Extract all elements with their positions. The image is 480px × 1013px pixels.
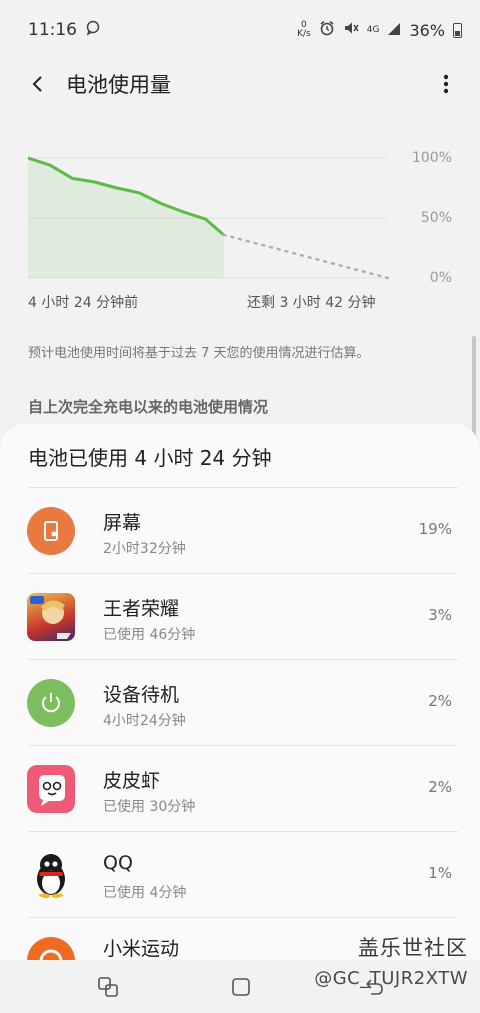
power-standby-icon [27, 679, 75, 727]
battery-icon [453, 22, 462, 38]
recent-apps-icon [98, 977, 118, 997]
app-percent: 1% [428, 864, 452, 882]
watermark-user: @GC_TUJR2XTW [314, 968, 468, 989]
app-name: 小米运动 [103, 938, 180, 960]
net-speed: 0 K/s [297, 20, 311, 39]
app-usage-time: 4小时24分钟 [103, 713, 186, 729]
pipixia-icon [27, 765, 75, 813]
app-percent: 2% [428, 778, 452, 796]
y-tick-label: 50% [420, 210, 452, 226]
watermark-site: 盖乐世社区 [358, 936, 468, 960]
honor-of-kings-icon [27, 593, 75, 641]
app-percent: 19% [418, 520, 452, 538]
app-percent: 3% [428, 606, 452, 624]
more-options-button[interactable] [430, 68, 462, 100]
back-arrow-icon [32, 76, 42, 92]
battery-chart: 100% 50% 0% 4 小时 24 分钟前 还剩 3 小时 42 分钟 [28, 150, 464, 311]
app-name: 屏幕 [103, 512, 142, 534]
more-vert-icon [443, 74, 449, 94]
usage-card: 电池已使用 4 小时 24 分钟 屏幕 2小时32分钟 19% 王者荣耀 已使用… [0, 424, 480, 964]
qq-penguin-icon [27, 851, 75, 899]
recent-apps-button[interactable] [95, 974, 121, 1000]
battery-percent: 36% [409, 20, 445, 40]
app-name: 设备待机 [103, 684, 180, 706]
app-row-standby[interactable]: 设备待机 4小时24分钟 2% [0, 660, 480, 746]
app-name: 王者荣耀 [103, 598, 180, 620]
section-heading: 自上次完全充电以来的电池使用情况 [28, 398, 269, 416]
usage-title: 电池已使用 4 小时 24 分钟 [28, 446, 272, 470]
app-row-screen[interactable]: 屏幕 2小时32分钟 19% [0, 488, 480, 574]
x-end-label: 还剩 3 小时 42 分钟 [247, 295, 376, 311]
y-tick-label: 0% [429, 270, 452, 286]
mute-icon [343, 20, 359, 40]
home-button[interactable] [228, 974, 254, 1000]
alarm-icon [319, 20, 335, 40]
battery-chart-svg [28, 156, 390, 280]
y-tick-label: 100% [411, 150, 452, 166]
signal-icon [387, 21, 401, 40]
back-button[interactable] [14, 60, 62, 108]
home-icon [232, 978, 250, 996]
app-row-honor-of-kings[interactable]: 王者荣耀 已使用 46分钟 3% [0, 574, 480, 660]
page-title: 电池使用量 [66, 73, 171, 97]
screen-icon [27, 507, 75, 555]
app-name: 皮皮虾 [103, 770, 161, 792]
battery-projection-line [222, 233, 390, 280]
network-type: 4G [366, 24, 380, 35]
app-usage-time: 已使用 30分钟 [103, 799, 196, 815]
battery-area-fill [28, 158, 224, 278]
status-time: 11:16 [28, 20, 77, 40]
app-row-qq[interactable]: QQ 已使用 4分钟 1% [0, 832, 480, 918]
app-name: QQ [103, 852, 133, 874]
app-usage-time: 2小时32分钟 [103, 541, 186, 557]
app-row-pipixia[interactable]: 皮皮虾 已使用 30分钟 2% [0, 746, 480, 832]
x-start-label: 4 小时 24 分钟前 [28, 295, 139, 311]
estimate-note: 预计电池使用时间将基于过去 7 天您的使用情况进行估算。 [28, 346, 370, 361]
app-usage-time: 已使用 46分钟 [103, 627, 196, 643]
app-percent: 2% [428, 692, 452, 710]
chat-notification-icon [85, 20, 101, 40]
app-usage-time: 已使用 4分钟 [103, 885, 187, 901]
app-bar: 电池使用量 [0, 60, 480, 108]
status-bar: 11:16 0 K/s 4G 36% [0, 0, 480, 60]
